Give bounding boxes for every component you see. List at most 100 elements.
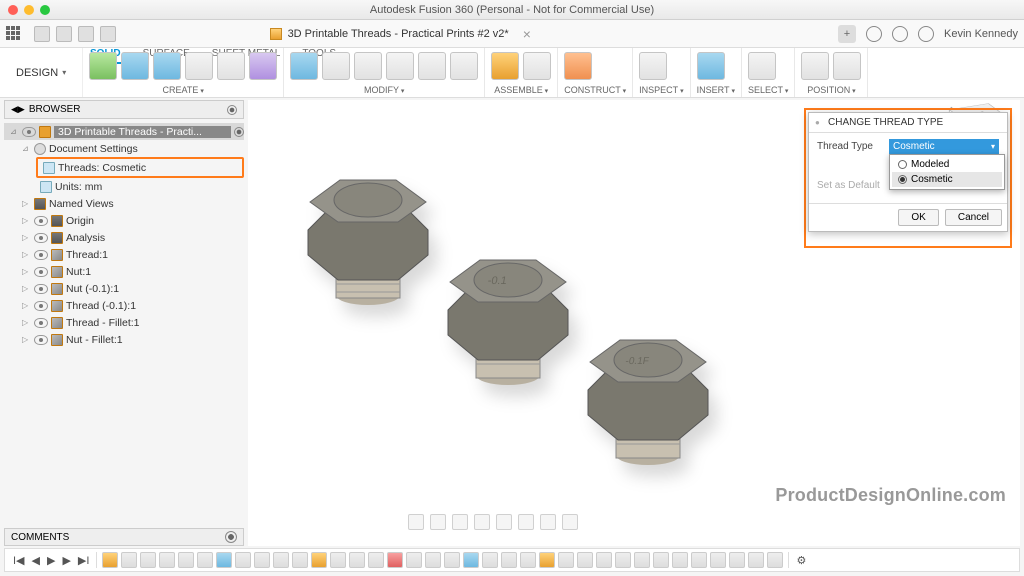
tree-item-thread-fillet[interactable]: ▷ Thread - Fillet:1 [4,314,244,331]
capture-icon[interactable] [833,52,861,80]
revolve-icon[interactable] [185,52,213,80]
tree-item-origin[interactable]: ▷ Origin [4,212,244,229]
press-pull-icon[interactable] [290,52,318,80]
box-icon[interactable] [121,52,149,80]
timeline-feature[interactable] [216,552,232,568]
new-tab-button[interactable]: + [838,25,856,43]
hole-icon[interactable] [217,52,245,80]
timeline-feature[interactable] [729,552,745,568]
viewport-icon[interactable] [562,514,578,530]
pan-icon[interactable] [430,514,446,530]
help-icon[interactable] [892,26,908,42]
timeline-feature[interactable] [273,552,289,568]
timeline-feature[interactable] [121,552,137,568]
tree-item-analysis[interactable]: ▷ Analysis [4,229,244,246]
timeline-feature[interactable] [425,552,441,568]
save-icon[interactable] [56,26,72,42]
timeline-feature[interactable] [482,552,498,568]
timeline-feature[interactable] [558,552,574,568]
timeline-back-icon[interactable]: ◀ [30,554,42,567]
position-icon[interactable] [801,52,829,80]
tree-item-nut-neg[interactable]: ▷ Nut (-0.1):1 [4,280,244,297]
activate-icon[interactable] [234,127,244,137]
display-icon[interactable] [518,514,534,530]
timeline-feature[interactable] [672,552,688,568]
user-name[interactable]: Kevin Kennedy [944,28,1018,40]
zoom-icon[interactable] [452,514,468,530]
tree-root[interactable]: ⊿ 3D Printable Threads - Practi... [4,123,244,140]
align-icon[interactable] [418,52,446,80]
timeline-feature[interactable] [387,552,403,568]
visibility-icon[interactable] [34,233,48,243]
tree-doc-settings[interactable]: ⊿ Document Settings [4,140,244,157]
user-avatar-icon[interactable] [918,26,934,42]
file-menu-icon[interactable] [34,26,50,42]
browser-options-icon[interactable] [227,105,237,115]
visibility-icon[interactable] [34,216,48,226]
timeline-feature[interactable] [140,552,156,568]
fit-icon[interactable] [474,514,490,530]
visibility-icon[interactable] [34,301,48,311]
timeline-feature[interactable] [349,552,365,568]
redo-icon[interactable] [100,26,116,42]
select-icon[interactable] [748,52,776,80]
visibility-icon[interactable] [34,250,48,260]
timeline-feature[interactable] [235,552,251,568]
insert-icon[interactable] [697,52,725,80]
look-icon[interactable] [496,514,512,530]
construct-group-label[interactable]: CONSTRUCT [564,83,626,97]
tree-item-nut-fillet[interactable]: ▷ Nut - Fillet:1 [4,331,244,348]
sketch-icon[interactable] [89,52,117,80]
move-icon[interactable] [450,52,478,80]
tree-item-thread-neg[interactable]: ▷ Thread (-0.1):1 [4,297,244,314]
timeline-feature[interactable] [577,552,593,568]
thread-type-dropdown[interactable]: Cosmetic Modeled Cosmetic [889,139,999,154]
timeline-settings-icon[interactable]: ⚙ [794,554,808,567]
modify-group-label[interactable]: MODIFY [290,83,478,97]
visibility-icon[interactable] [34,335,48,345]
timeline-feature[interactable] [102,552,118,568]
timeline-feature[interactable] [520,552,536,568]
tree-named-views[interactable]: ▷ Named Views [4,195,244,212]
fillet-icon[interactable] [322,52,350,80]
timeline-feature[interactable] [311,552,327,568]
timeline-feature[interactable] [539,552,555,568]
browser-header[interactable]: ◀▶ BROWSER [4,100,244,119]
tree-units[interactable]: Units: mm [4,178,244,195]
timeline-feature[interactable] [406,552,422,568]
bolt-model-3[interactable]: -0.1F [558,300,738,480]
form-icon[interactable] [249,52,277,80]
option-cosmetic[interactable]: Cosmetic [892,172,1002,187]
measure-icon[interactable] [639,52,667,80]
extrude-icon[interactable] [153,52,181,80]
comments-panel-header[interactable]: COMMENTS [4,528,244,546]
timeline-feature[interactable] [197,552,213,568]
visibility-icon[interactable] [22,127,36,137]
orbit-icon[interactable] [408,514,424,530]
timeline-feature[interactable] [710,552,726,568]
shell-icon[interactable] [354,52,382,80]
timeline-feature[interactable] [178,552,194,568]
tree-item-thread1[interactable]: ▷ Thread:1 [4,246,244,263]
visibility-icon[interactable] [34,284,48,294]
component-icon[interactable] [491,52,519,80]
select-group-label[interactable]: SELECT [748,83,788,97]
assemble-group-label[interactable]: ASSEMBLE [491,83,551,97]
insert-group-label[interactable]: INSERT [697,83,735,97]
timeline-feature[interactable] [159,552,175,568]
extensions-icon[interactable] [866,26,882,42]
create-group-label[interactable]: CREATE [89,83,277,97]
timeline-feature[interactable] [254,552,270,568]
cancel-button[interactable]: Cancel [945,209,1002,226]
collapse-icon[interactable]: ◀▶ [11,104,25,115]
workspace-switcher[interactable]: DESIGN [0,48,83,97]
dialog-title-bar[interactable]: ● CHANGE THREAD TYPE [809,113,1007,133]
plane-icon[interactable] [564,52,592,80]
document-tab[interactable]: 3D Printable Threads - Practical Prints … [270,26,531,42]
timeline-feature[interactable] [653,552,669,568]
timeline-feature[interactable] [368,552,384,568]
undo-icon[interactable] [78,26,94,42]
timeline-feature[interactable] [634,552,650,568]
combine-icon[interactable] [386,52,414,80]
grid-icon[interactable] [540,514,556,530]
